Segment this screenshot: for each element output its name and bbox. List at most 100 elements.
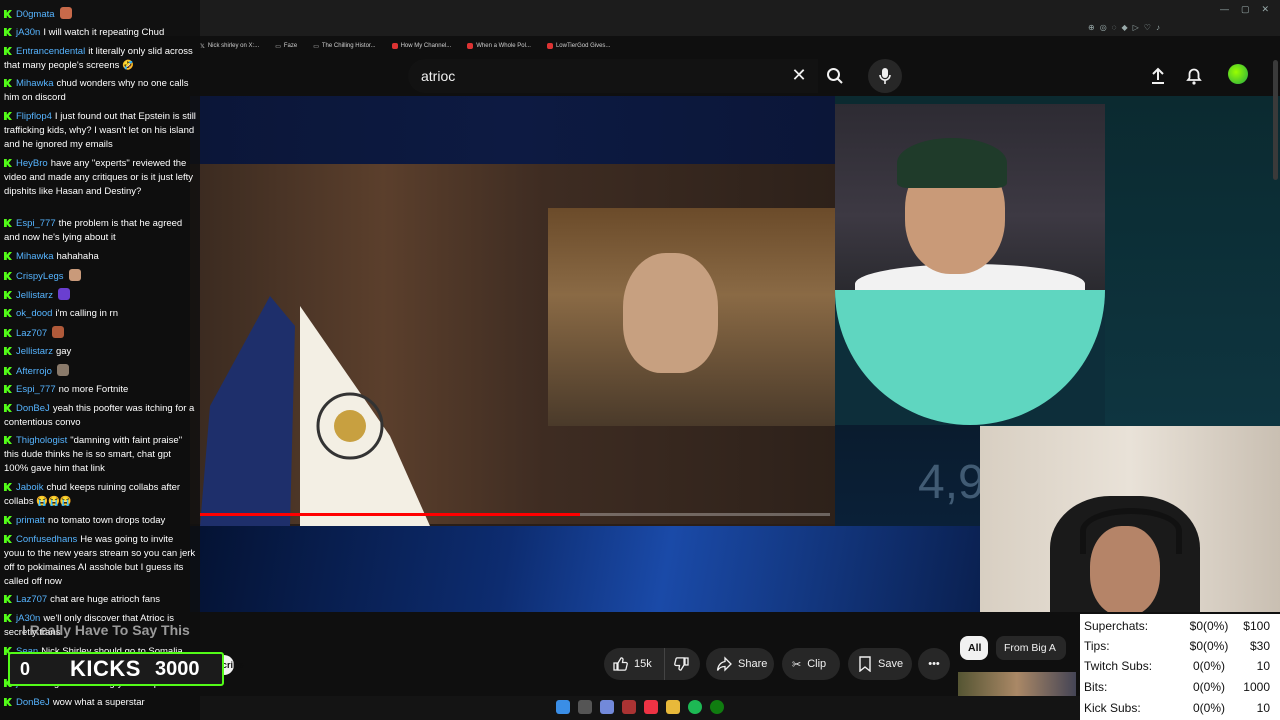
video-player[interactable]	[190, 96, 835, 526]
play-icon[interactable]: ▷	[1133, 23, 1139, 32]
stat-row-twitch-subs: Twitch Subs: 0(0%) 10	[1084, 659, 1270, 673]
recommended-thumbnail[interactable]	[958, 672, 1076, 696]
chat-username[interactable]: DonBeJ	[16, 697, 50, 708]
chat-username[interactable]: ok_dood	[16, 308, 52, 319]
like-button[interactable]: 15k	[604, 648, 665, 680]
page-scrollbar[interactable]	[1273, 60, 1278, 180]
kick-badge-icon	[4, 10, 12, 18]
search-box	[408, 59, 818, 93]
app-icon[interactable]	[622, 700, 636, 714]
bookmark-item[interactable]: How My Channel...	[391, 43, 451, 49]
streamer-guest-webcam	[835, 104, 1105, 290]
bookmark-item[interactable]: LowTierGod Gives...	[546, 43, 610, 49]
heart-icon[interactable]: ♡	[1144, 23, 1151, 32]
search-button[interactable]	[818, 59, 852, 93]
chat-username[interactable]: Afterrojo	[16, 366, 52, 377]
notifications-bell-icon[interactable]	[1184, 66, 1204, 91]
world-map-banner	[190, 96, 835, 164]
chat-username[interactable]: Espi_777	[16, 218, 56, 229]
volume-icon[interactable]: ♪	[1156, 23, 1160, 32]
kick-badge-icon	[4, 219, 12, 227]
chat-username[interactable]: Entrancendental	[16, 46, 85, 57]
share-button[interactable]: Share	[706, 648, 774, 680]
search-icon[interactable]	[578, 700, 592, 714]
chat-username[interactable]: Mihawka	[16, 78, 54, 89]
chat-username[interactable]: Jellistarz	[16, 290, 53, 301]
bookmark-item[interactable]: ▭ The Chilling Histor...	[313, 43, 375, 50]
folder-icon[interactable]	[666, 700, 680, 714]
chat-username[interactable]: HeyBro	[16, 158, 48, 169]
spotify-icon[interactable]	[688, 700, 702, 714]
chat-message: Jellistarz gay	[4, 345, 196, 359]
chat-username[interactable]: primatt	[16, 515, 45, 526]
chat-username[interactable]: Confusedhans	[16, 534, 77, 545]
clear-search-button[interactable]: ✕	[790, 66, 808, 84]
kick-badge-icon	[4, 516, 12, 524]
emote-icon	[57, 288, 70, 300]
extension-icon[interactable]: ◎	[1100, 23, 1107, 32]
chrome-icon[interactable]	[644, 700, 658, 714]
create-upload-icon[interactable]	[1148, 66, 1168, 91]
thumbs-up-icon	[613, 657, 628, 671]
xbox-icon[interactable]	[710, 700, 724, 714]
microphone-icon	[879, 68, 891, 84]
chat-message: Confusedhans He was going to invite youu …	[4, 533, 196, 589]
kick-badge-icon	[4, 614, 12, 622]
more-actions-button[interactable]: •••	[918, 648, 950, 680]
shield-icon[interactable]: ◆	[1121, 23, 1127, 32]
flags-image	[200, 296, 430, 526]
minimize-button[interactable]: —	[1220, 4, 1229, 15]
chat-message: primatt no tomato town drops today	[4, 514, 196, 528]
maximize-button[interactable]: ▢	[1241, 4, 1250, 15]
kicks-current: 0	[20, 658, 31, 679]
chat-username[interactable]: Flipflop4	[16, 111, 52, 122]
account-avatar[interactable]	[1228, 64, 1248, 84]
chat-message: DonBeJ wow what a superstar	[4, 696, 196, 710]
discord-icon[interactable]	[600, 700, 614, 714]
chat-text: no more Fortnite	[58, 384, 129, 395]
bookmark-item[interactable]: When a Whole Pol...	[467, 43, 531, 49]
chat-username[interactable]: Jellistarz	[16, 346, 53, 357]
chat-username[interactable]: Mihawka	[16, 251, 54, 262]
windows-start-icon[interactable]	[556, 700, 570, 714]
chat-username[interactable]: Laz707	[16, 594, 47, 605]
chat-username[interactable]: Thighologist	[16, 435, 67, 446]
youtube-icon	[391, 43, 398, 49]
stream-chat-overlay: D0gmata jA30n I will watch it repeating Ch…	[0, 0, 200, 720]
stat-row-kick-subs: Kick Subs: 0(0%) 10	[1084, 701, 1270, 715]
chat-username[interactable]: Espi_777	[16, 384, 56, 395]
kick-badge-icon	[4, 309, 12, 317]
voice-search-button[interactable]	[868, 59, 902, 93]
chat-message: Entrancendental it literally only slid ac…	[4, 45, 196, 73]
zoom-icon[interactable]: ⊕	[1088, 23, 1095, 32]
kick-badge-icon	[4, 112, 12, 120]
chat-username[interactable]: Jaboik	[16, 482, 43, 493]
bookmark-item[interactable]: ▭ Faze	[275, 43, 297, 50]
chat-username[interactable]: DonBeJ	[16, 403, 50, 414]
dislike-button[interactable]	[665, 648, 700, 680]
chat-message: HeyBro have any "experts" reviewed the vi…	[4, 157, 196, 199]
video-progress-remaining[interactable]	[580, 513, 830, 516]
clip-button[interactable]: ✂ Clip	[782, 648, 840, 680]
chat-username[interactable]: CrispyLegs	[16, 271, 64, 282]
search-input[interactable]	[408, 67, 783, 85]
close-button[interactable]: ✕	[1262, 4, 1270, 15]
save-button[interactable]: Save	[848, 648, 912, 680]
kick-badge-icon	[4, 483, 12, 491]
chip-all[interactable]: All	[960, 636, 988, 660]
bookmark-item[interactable]: 𝕏 Nick shirley on X:...	[200, 43, 259, 50]
kick-badge-icon	[4, 535, 12, 543]
emote-icon	[59, 7, 72, 19]
chat-username[interactable]: jA30n	[16, 27, 40, 38]
kicks-label: KICKS	[70, 656, 141, 681]
chat-username[interactable]: Laz707	[16, 328, 47, 339]
emote-icon	[68, 269, 81, 281]
chat-username[interactable]: D0gmata	[16, 9, 55, 20]
extension-icon[interactable]: ◌	[1112, 23, 1117, 32]
kick-badge-icon	[4, 272, 12, 280]
chip-from-big-a[interactable]: From Big A	[996, 636, 1066, 660]
background-graphic	[190, 526, 980, 612]
video-progress-bar[interactable]	[200, 513, 580, 516]
chat-message: Afterrojo	[4, 364, 196, 379]
stat-row-superchats: Superchats: $0(0%) $100	[1084, 619, 1270, 633]
